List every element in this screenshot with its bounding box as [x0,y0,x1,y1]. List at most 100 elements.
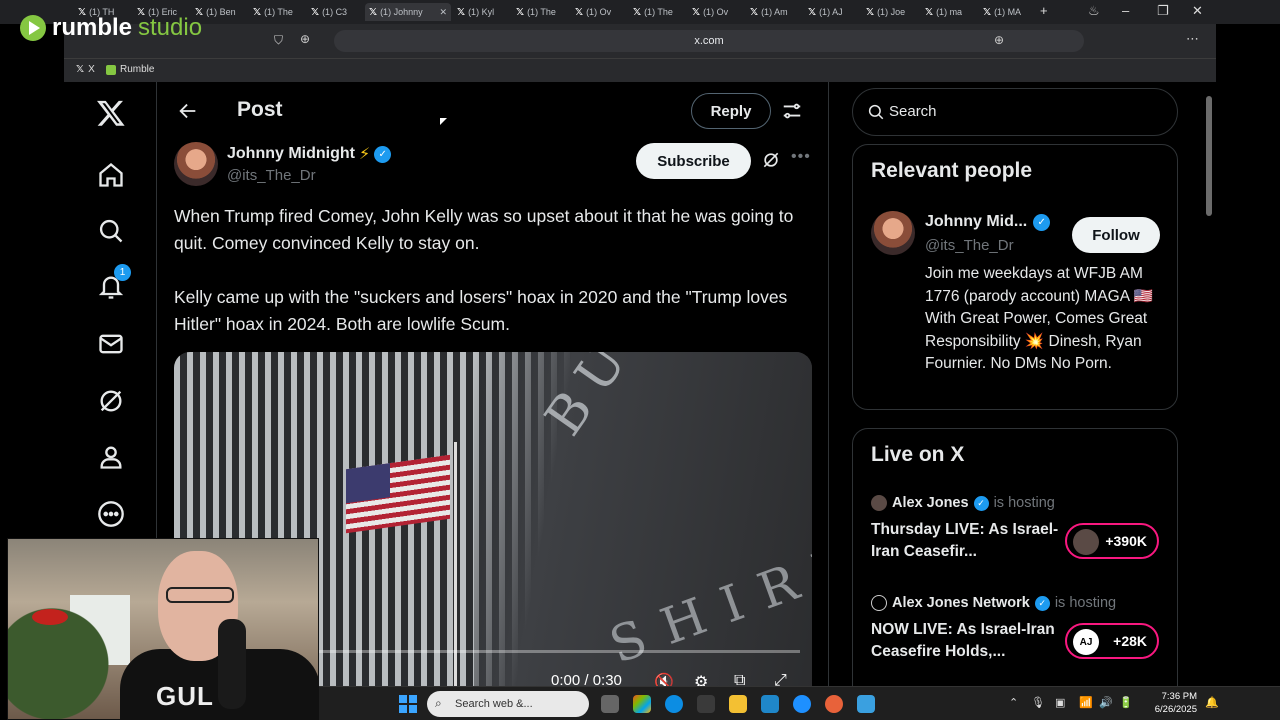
close-window-icon[interactable]: ✕ [1192,3,1203,19]
add-icon[interactable]: ⊕ [994,33,1004,47]
x-logo-icon: 𝕏 [369,6,378,18]
browser-tab[interactable]: 𝕏 (1) Am [750,3,804,21]
page-scrollbar[interactable] [1204,84,1214,684]
x-logo-icon: 𝕏 [925,6,934,18]
search-input[interactable]: Search [852,88,1178,136]
menu-dots-icon[interactable]: ⋯ [1186,31,1199,47]
fullscreen-icon[interactable]: ⤢ [774,672,787,686]
windows-start-icon[interactable] [399,695,417,713]
person-handle[interactable]: @its_The_Dr [925,237,1014,254]
author-avatar[interactable] [174,142,218,186]
notifications-icon[interactable]: 1 [92,264,131,306]
browser-tab[interactable]: 𝕏 (1) ma [925,3,979,21]
taskbar-clock[interactable]: 7:36 PM 6/26/2025 [1137,690,1197,716]
notification-badge: 1 [114,264,131,281]
author-name[interactable]: Johnny Midnight [227,145,355,163]
author-name-row[interactable]: Johnny Midnight ⚡ ✓ [227,144,392,164]
volume-icon[interactable]: 🔊 [1099,696,1113,709]
restore-icon[interactable]: ❐ [1157,3,1169,19]
bookmark-rumble[interactable]: Rumble [106,64,154,75]
rumble-icon [106,64,116,75]
live-title: Thursday LIVE: As Israel-Iran Ceasefir..… [871,521,1059,560]
app-icon[interactable] [761,695,779,713]
person-name-row[interactable]: Johnny Mid... ✓ [925,213,1051,231]
browser-tab[interactable]: 𝕏 (1) The [516,3,570,21]
live-listeners-button[interactable]: +390K [1065,523,1159,559]
browser-tab[interactable]: 𝕏 (1) Kyl [457,3,511,21]
settings-sliders-icon[interactable] [781,100,803,127]
browser-tab[interactable]: 𝕏 (1) Joe [866,3,920,21]
bookmark-x[interactable]: 𝕏X [76,64,95,75]
folder-icon[interactable] [729,695,747,713]
live-title: NOW LIVE: As Israel-Iran Ceasefire Holds… [871,621,1055,660]
profile-icon[interactable] [92,438,130,476]
microphone [218,619,246,709]
browser-tab[interactable]: 𝕏 (1) C3 [311,3,365,21]
edge-icon[interactable] [665,695,683,713]
subscribe-button[interactable]: Subscribe [636,143,751,179]
url-field[interactable]: x.com [334,30,1084,52]
browser-tab-active[interactable]: 𝕏 (1) Johnny ✕ [365,3,451,21]
more-icon[interactable] [92,495,130,533]
x-logo-icon: 𝕏 [633,6,642,18]
person-bio: Join me weekdays at WFJB AM 1776 (parody… [925,265,1153,372]
brave-icon[interactable] [825,695,843,713]
battery-icon[interactable]: 🔋 [1119,696,1133,709]
minimize-icon[interactable]: – [1122,3,1129,18]
browser-tab[interactable]: 𝕏 (1) MA [983,3,1037,21]
mouse-cursor-icon [440,118,447,125]
live-item[interactable]: Alex Jones ✓ is hosting Thursday LIVE: A… [871,495,1171,563]
task-view-icon[interactable] [601,695,619,713]
follow-button[interactable]: Follow [1072,217,1160,253]
back-arrow-icon[interactable] [177,100,199,127]
post-header: Post Reply [157,82,829,138]
right-sidebar: Search Relevant people Johnny Mid... ✓ @… [852,82,1216,686]
browser-tab[interactable]: 𝕏 (1) The [253,3,307,21]
tray-app-icon[interactable]: ▣ [1055,696,1065,709]
grok-icon[interactable] [92,382,130,420]
copilot-icon[interactable] [633,695,651,713]
rumble-studio-watermark: rumble studio [20,14,202,42]
more-options-icon[interactable]: ••• [791,148,811,166]
mute-icon[interactable]: 🔇 [654,672,674,686]
pip-icon[interactable]: ⧉ [734,672,745,686]
tray-chevron-icon[interactable]: ⌃ [1009,696,1018,709]
x-logo-icon: 𝕏 [516,6,525,18]
flame-icon[interactable]: ♨ [1088,3,1100,19]
browser-tab[interactable]: 𝕏 (1) Ben [195,3,249,21]
messages-icon[interactable] [92,325,130,363]
verified-badge-icon: ✓ [1034,595,1050,611]
wifi-icon[interactable]: 📶 [1079,696,1093,709]
shield-icon[interactable]: ⛉ [274,33,283,48]
address-bar-row: ⛉ ⊕ x.com ⊕ ⋯ [64,24,1216,58]
new-tab-icon[interactable]: + [1040,3,1048,18]
home-icon[interactable] [92,156,130,194]
x-logo-icon[interactable] [92,94,130,132]
search-icon[interactable] [92,212,130,250]
taskbar-search[interactable]: ⌕ Search web &... [427,691,589,717]
live-listeners-button[interactable]: AJ +28K [1065,623,1159,659]
settings-gear-icon[interactable]: ⚙ [694,672,708,686]
bookmarks-bar: 𝕏X Rumble [64,58,1216,82]
browser-tab[interactable]: 𝕏 (1) Ov [575,3,629,21]
post-text-paragraph: When Trump fired Comey, John Kelly was s… [174,206,794,253]
notification-center-icon[interactable]: 🔔 [1205,696,1219,709]
person-avatar[interactable] [871,211,915,255]
reply-button[interactable]: Reply [691,93,771,129]
store-icon[interactable] [697,695,715,713]
microphone-icon[interactable]: 🎙 [1031,696,1045,709]
help-icon[interactable] [793,695,811,713]
browser-tab[interactable]: 𝕏 (1) AJ [808,3,862,21]
grok-icon[interactable] [761,150,781,175]
person-name[interactable]: Johnny Mid... [925,213,1027,231]
live-item[interactable]: Alex Jones Network ✓ is hosting NOW LIVE… [871,595,1171,663]
app-icon[interactable] [857,695,875,713]
close-tab-icon[interactable]: ✕ [439,7,447,18]
author-handle[interactable]: @its_The_Dr [227,167,316,184]
browser-tab[interactable]: 𝕏 (1) Ov [692,3,746,21]
shirt-text: GUL [156,681,214,711]
zoom-icon[interactable]: ⊕ [300,32,310,46]
verified-badge-icon: ✓ [1033,213,1051,231]
browser-tab[interactable]: 𝕏 (1) The [633,3,687,21]
scrollbar-thumb[interactable] [1206,96,1212,216]
